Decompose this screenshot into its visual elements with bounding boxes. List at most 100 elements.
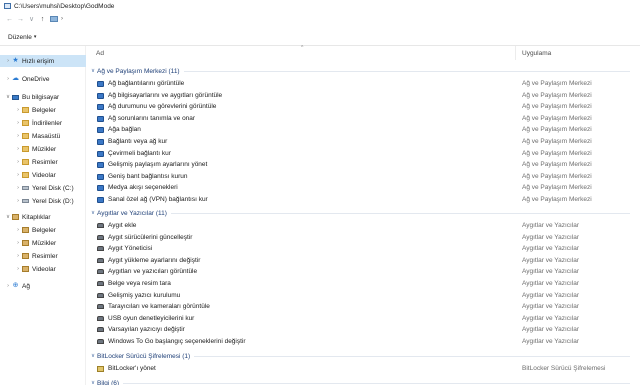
nav-item-libraries[interactable]: ∨ Kitaplıklar (0, 211, 86, 223)
list-item[interactable]: Belge veya resim tara Aygıtlar ve Yazıcıl… (89, 278, 640, 290)
nav-item-local-disk-d[interactable]: › Yerel Disk (D:) (0, 195, 86, 207)
item-application: Ağ ve Paylaşım Merkezi (522, 161, 592, 169)
list-item[interactable]: Ağ bilgisayarlarını ve aygıtları görüntü… (89, 90, 640, 102)
network-center-icon (97, 115, 104, 122)
nav-item-label: Belgeler (32, 106, 56, 114)
item-application: Ağ ve Paylaşım Merkezi (522, 126, 592, 134)
item-application: Ağ ve Paylaşım Merkezi (522, 184, 592, 192)
expand-chevron-icon[interactable]: › (4, 283, 12, 289)
nav-item-library-videos[interactable]: › Videolar (0, 263, 86, 275)
nav-item-documents-folder[interactable]: › Belgeler (0, 104, 86, 116)
expand-chevron-icon[interactable]: › (14, 133, 22, 139)
music-folder-icon (22, 146, 29, 152)
group-header[interactable]: ∨ Aygıtlar ve Yazıcılar (11) (89, 208, 640, 218)
list-item[interactable]: Ağa bağlan Ağ ve Paylaşım Merkezi (89, 124, 640, 136)
nav-item-network[interactable]: › ⊕ Ağ (0, 280, 86, 292)
expand-chevron-icon[interactable]: › (14, 107, 22, 113)
list-item[interactable]: Windows To Go başlangıç seçeneklerini de… (89, 336, 640, 348)
expand-chevron-icon[interactable]: › (14, 198, 22, 204)
list-item[interactable]: Varsayılan yazıcıyı değiştir Aygıtlar ve … (89, 324, 640, 336)
collapse-chevron-icon[interactable]: ∨ (89, 68, 97, 74)
nav-item-local-disk-c[interactable]: › Yerel Disk (C:) (0, 182, 86, 194)
list-item[interactable]: Ağ durumunu ve görevlerini görüntüle Ağ v… (89, 101, 640, 113)
expand-chevron-icon[interactable]: › (4, 76, 12, 82)
up-arrow-icon[interactable]: ↑ (37, 14, 48, 25)
list-item[interactable]: Aygıt ekle Aygıtlar ve Yazıcılar (89, 220, 640, 232)
expand-chevron-icon[interactable]: › (14, 266, 22, 272)
nav-item-library-music[interactable]: › Müzikler (0, 237, 86, 249)
expand-chevron-icon[interactable]: › (14, 240, 22, 246)
item-name: Tarayıcıları ve kameraları görüntüle (108, 303, 210, 311)
nav-item-pictures-folder[interactable]: › Resimler (0, 156, 86, 168)
expand-chevron-icon[interactable]: › (14, 146, 22, 152)
column-header-application[interactable]: Uygulama (522, 50, 551, 57)
item-application: Aygıtlar ve Yazıcılar (522, 256, 580, 264)
recent-locations-chevron-icon[interactable]: ∨ (26, 14, 37, 25)
bitlocker-icon (97, 366, 104, 372)
expand-chevron-icon[interactable]: › (14, 253, 22, 259)
column-header-row: ^ Ad Uygulama (89, 45, 640, 60)
expand-chevron-icon[interactable]: ∨ (4, 214, 12, 220)
list-item[interactable]: Ağ bağlantılarını görüntüle Ağ ve Paylaşı… (89, 78, 640, 90)
network-center-icon (97, 150, 104, 157)
list-item[interactable]: Bağlantı veya ağ kur Ağ ve Paylaşım Merke… (89, 136, 640, 148)
back-arrow-icon[interactable]: ← (4, 14, 15, 25)
nav-item-onedrive-cloud[interactable]: › ☁ OneDrive (0, 73, 86, 85)
list-item[interactable]: Çevirmeli bağlantı kur Ağ ve Paylaşım Mer… (89, 148, 640, 160)
list-item[interactable]: Tarayıcıları ve kameraları görüntüle Aygı… (89, 301, 640, 313)
list-item[interactable]: Aygıt yükleme ayarlarını değiştir Aygıtla… (89, 255, 640, 267)
list-item[interactable]: Medya akışı seçenekleri Ağ ve Paylaşım Me… (89, 182, 640, 194)
expand-chevron-icon[interactable]: › (14, 172, 22, 178)
collapse-chevron-icon[interactable]: ∨ (89, 353, 97, 359)
nav-item-label: Videolar (32, 265, 56, 273)
window-title: C:\Users\muhsi\Desktop\GodMode (14, 2, 115, 10)
collapse-chevron-icon[interactable]: ∨ (89, 380, 97, 385)
list-item[interactable]: USB oyun denetleyicilerini kur Aygıtlar v… (89, 313, 640, 325)
expand-chevron-icon[interactable]: › (14, 159, 22, 165)
nav-item-library-documents[interactable]: › Belgeler (0, 224, 86, 236)
item-name: Aygıt yükleme ayarlarını değiştir (108, 256, 201, 264)
library-videos-icon (22, 266, 29, 272)
list-item[interactable]: Aygıt sürücülerini güncelleştir Aygıtlar … (89, 232, 640, 244)
item-application: Ağ ve Paylaşım Merkezi (522, 114, 592, 122)
expand-chevron-icon[interactable]: › (4, 58, 12, 64)
expand-chevron-icon[interactable]: › (14, 185, 22, 191)
list-item[interactable]: Geniş bant bağlantısı kurun Ağ ve Paylaşı… (89, 171, 640, 183)
group-header[interactable]: ∨ Ağ ve Paylaşım Merkezi (11) (89, 66, 640, 76)
expand-chevron-icon[interactable]: › (14, 227, 22, 233)
item-name: Aygıtları ve yazıcıları görüntüle (108, 268, 198, 276)
list-item[interactable]: Aygıt Yöneticisi Aygıtlar ve Yazıcılar (89, 243, 640, 255)
group-header[interactable]: ∨ BitLocker Sürücü Şifrelemesi (1) (89, 351, 640, 361)
column-divider[interactable] (515, 46, 516, 60)
list-item[interactable]: BitLocker'ı yönet BitLocker Sürücü Şifrel… (89, 363, 640, 375)
nav-item-this-pc[interactable]: ∨ Bu bilgisayar (0, 91, 86, 103)
item-application: Aygıtlar ve Yazıcılar (522, 314, 580, 322)
address-bar[interactable]: › (50, 16, 63, 22)
list-item[interactable]: Gelişmiş yazıcı kurulumu Aygıtlar ve Yazı… (89, 290, 640, 302)
nav-item-desktop-folder[interactable]: › Masaüstü (0, 130, 86, 142)
nav-item-library-pictures[interactable]: › Resimler (0, 250, 86, 262)
collapse-chevron-icon[interactable]: ∨ (89, 210, 97, 216)
nav-item-music-folder[interactable]: › Müzikler (0, 143, 86, 155)
expand-chevron-icon[interactable]: ∨ (4, 94, 12, 100)
column-header-name[interactable]: Ad (96, 50, 104, 57)
list-item[interactable]: Ağ sorunlarını tanımla ve onar Ağ ve Payl… (89, 113, 640, 125)
group-header[interactable]: ∨ Bilgi (6) (89, 378, 640, 385)
list-item[interactable]: Gelişmiş paylaşım ayarlarını yönet Ağ ve … (89, 159, 640, 171)
item-name: USB oyun denetleyicilerini kur (108, 314, 195, 322)
expand-chevron-icon[interactable]: › (14, 120, 22, 126)
title-bar: C:\Users\muhsi\Desktop\GodMode (0, 0, 640, 12)
nav-item-videos-folder[interactable]: › Videolar (0, 169, 86, 181)
devices-printers-icon (97, 304, 104, 310)
breadcrumb-chevron-icon[interactable]: › (61, 16, 63, 22)
navigation-bar: ← → ∨ ↑ › (0, 12, 640, 26)
devices-printers-icon (97, 315, 104, 321)
nav-item-quick-access-star[interactable]: › ★ Hızlı erişim (0, 55, 86, 67)
organize-button[interactable]: Düzenle ▾ (8, 34, 36, 41)
forward-arrow-icon[interactable]: → (15, 14, 26, 25)
nav-item-label: Kitaplıklar (22, 213, 51, 221)
network-center-icon (97, 127, 104, 134)
nav-item-downloads-folder[interactable]: › İndirilenler (0, 117, 86, 129)
list-item[interactable]: Aygıtları ve yazıcıları görüntüle Aygıtla… (89, 266, 640, 278)
list-item[interactable]: Sanal özel ağ (VPN) bağlantısı kur Ağ ve … (89, 194, 640, 206)
